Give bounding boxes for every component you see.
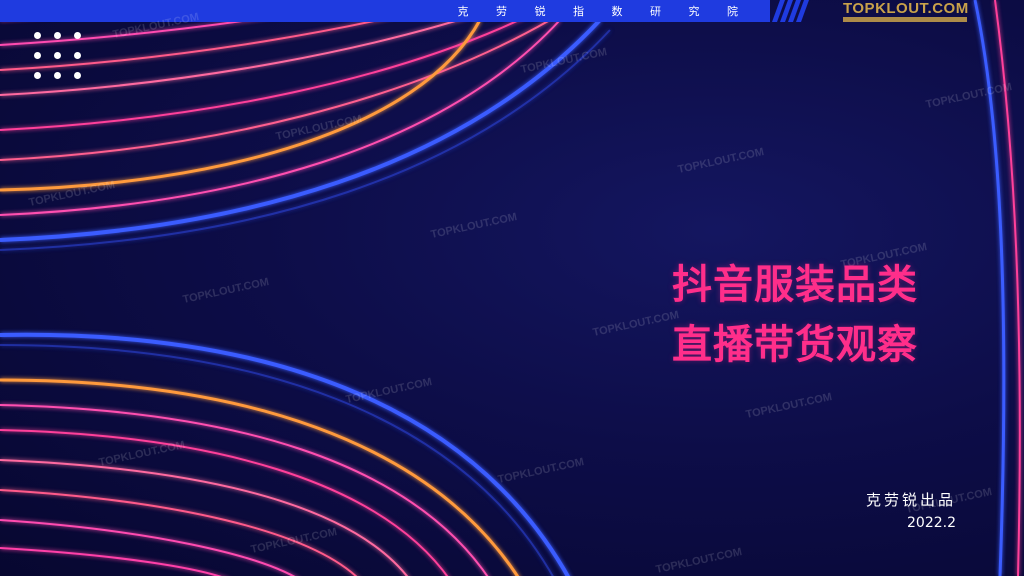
page-title: 抖音服装品类 直播带货观察 bbox=[672, 255, 918, 375]
producer-label: 克劳锐出品 bbox=[865, 491, 956, 509]
logo-subline bbox=[843, 17, 967, 22]
dot-grid-icon bbox=[34, 32, 82, 80]
date-label: 2022.2 bbox=[907, 515, 956, 531]
topklout-logo: TOPKLOUT.COM bbox=[843, 0, 969, 26]
title-line-1: 抖音服装品类 bbox=[672, 262, 918, 308]
stripes-decoration bbox=[772, 0, 809, 22]
top-bar: 克 劳 锐 指 数 研 究 院 bbox=[0, 0, 770, 22]
slide: 克 劳 锐 指 数 研 究 院 TOPKLOUT.COM TOPKLOUT.CO… bbox=[0, 0, 1024, 576]
org-name: 克 劳 锐 指 数 研 究 院 bbox=[457, 5, 750, 18]
logo-text: TOPKLOUT.COM bbox=[843, 0, 969, 17]
title-line-2: 直播带货观察 bbox=[672, 322, 918, 368]
